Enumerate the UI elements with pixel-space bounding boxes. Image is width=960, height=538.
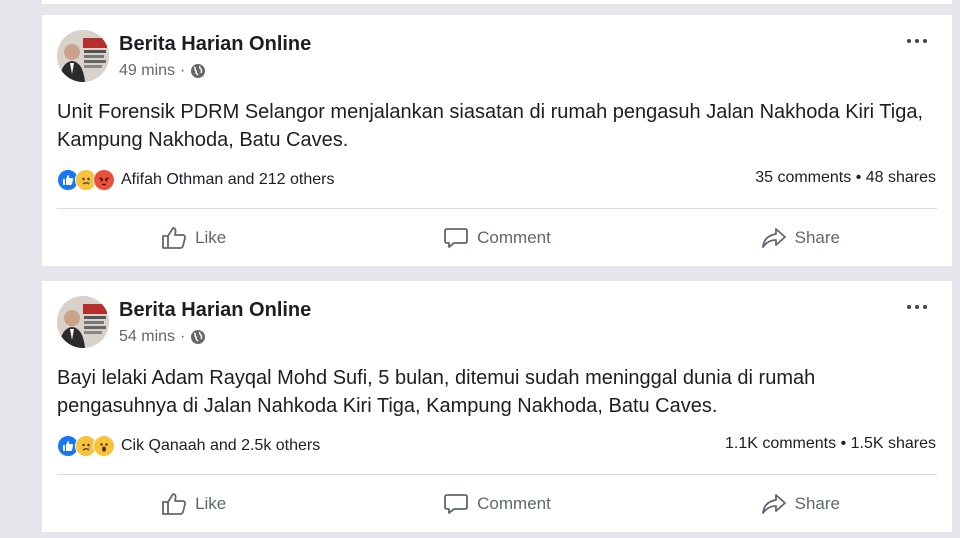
comments-shares-count[interactable]: 1.1K comments • 1.5K shares: [725, 435, 936, 453]
previous-post-edge: [42, 0, 952, 4]
avatar-image: [57, 30, 109, 82]
reactions-summary[interactable]: Afifah Othman and 212 others: [57, 169, 334, 191]
feed-post: Berita Harian Online 54 mins · Bayi lela…: [42, 281, 952, 532]
feed-post: Berita Harian Online 49 mins · Unit Fore…: [42, 15, 952, 266]
more-options-button[interactable]: [907, 305, 927, 309]
like-button[interactable]: Like: [42, 209, 345, 266]
like-label: Like: [195, 493, 227, 513]
reactions-text: Cik Qanaah and 2.5k others: [121, 437, 321, 454]
share-button[interactable]: Share: [649, 209, 952, 266]
like-label: Like: [195, 227, 227, 247]
globe-icon: [191, 330, 206, 344]
reactions-summary[interactable]: Cik Qanaah and 2.5k others: [57, 435, 320, 457]
globe-icon: [191, 64, 206, 78]
meta-separator: ·: [180, 62, 186, 79]
comment-label: Comment: [477, 227, 551, 247]
share-icon: [761, 493, 786, 514]
post-time[interactable]: 49 mins: [119, 62, 175, 80]
post-actions: Like Comment Share: [42, 209, 952, 266]
meta-separator: ·: [180, 328, 186, 345]
share-label: Share: [794, 493, 840, 513]
comment-button[interactable]: Comment: [345, 209, 648, 266]
comment-button[interactable]: Comment: [345, 475, 648, 532]
avatar[interactable]: [57, 296, 109, 348]
post-text: Unit Forensik PDRM Selangor menjalankan …: [57, 101, 924, 151]
post-actions: Like Comment Share: [42, 475, 952, 532]
page-name[interactable]: Berita Harian Online: [119, 299, 311, 322]
comments-shares-count[interactable]: 35 comments • 48 shares: [755, 169, 936, 187]
thumbs-up-icon: [162, 492, 187, 515]
more-options-button[interactable]: [907, 39, 927, 43]
share-button[interactable]: Share: [649, 475, 952, 532]
like-button[interactable]: Like: [42, 475, 345, 532]
comment-label: Comment: [477, 493, 551, 513]
post-meta: 54 mins ·: [119, 328, 206, 346]
angry-icon: [93, 169, 115, 191]
avatar-image: [57, 296, 109, 348]
comment-icon: [444, 227, 469, 248]
avatar[interactable]: [57, 30, 109, 82]
post-meta: 49 mins ·: [119, 62, 206, 80]
reactions-text: Afifah Othman and 212 others: [121, 171, 335, 188]
share-label: Share: [794, 227, 840, 247]
page-name[interactable]: Berita Harian Online: [119, 33, 311, 56]
post-text: Bayi lelaki Adam Rayqal Mohd Sufi, 5 bul…: [57, 367, 816, 417]
wow-icon: [93, 435, 115, 457]
comment-icon: [444, 493, 469, 514]
share-icon: [761, 227, 786, 248]
thumbs-up-icon: [162, 226, 187, 249]
post-time[interactable]: 54 mins: [119, 328, 175, 346]
